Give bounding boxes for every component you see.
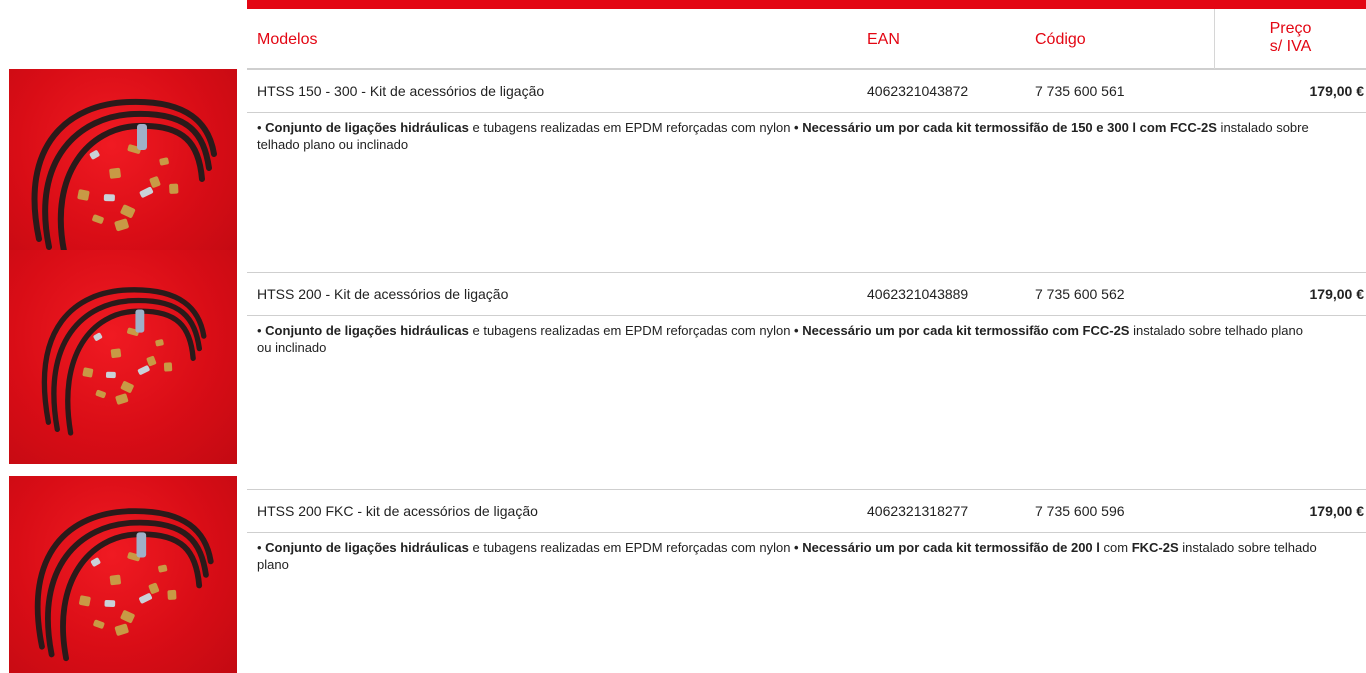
table-row: HTSS 200 FKC - kit de acessórios de liga… — [247, 489, 1366, 533]
connection-kit-illustration — [34, 508, 214, 662]
connection-kit-illustration — [41, 287, 207, 436]
description-text: • — [257, 540, 266, 555]
column-header-price: Preço s/ IVA — [1215, 20, 1366, 56]
product-image — [9, 250, 237, 464]
description-text: com — [1099, 540, 1132, 555]
product-description: • Conjunto de ligações hidráulicas e tub… — [257, 322, 1317, 356]
column-header-models: Modelos — [257, 31, 318, 48]
column-header-ean: EAN — [867, 31, 900, 48]
description-text: Conjunto de ligações hidráulicas — [265, 540, 469, 555]
header-accent-bar — [247, 0, 1366, 9]
product-name: HTSS 150 - 300 - Kit de acessórios de li… — [257, 83, 545, 99]
description-text: FKC-2S — [1131, 540, 1179, 555]
price-header-line2: s/ IVA — [1269, 38, 1312, 55]
description-text: • Necessário um por cada kit termossifão… — [794, 540, 1100, 555]
product-ean: 4062321318277 — [867, 503, 969, 519]
table-header: Modelos EAN Código Preço s/ IVA — [247, 9, 1366, 69]
product-image — [9, 69, 237, 259]
description-text: e tubagens realizadas em EPDM reforçadas… — [468, 120, 795, 135]
product-ean: 4062321043889 — [867, 286, 969, 302]
description-text: • Necessário um por cada kit termossifão… — [794, 120, 1217, 135]
product-description: • Conjunto de ligações hidráulicas e tub… — [257, 539, 1317, 573]
description-text: Conjunto de ligações hidráulicas — [265, 120, 469, 135]
product-name: HTSS 200 FKC - kit de acessórios de liga… — [257, 503, 538, 519]
description-text: • Necessário um por cada kit termossifão… — [794, 323, 1130, 338]
product-code: 7 735 600 562 — [1035, 286, 1125, 302]
product-ean: 4062321043872 — [867, 83, 969, 99]
price-header-line1: Preço — [1269, 20, 1312, 37]
product-price: 179,00 € — [1309, 503, 1365, 519]
product-name: HTSS 200 - Kit de acessórios de ligação — [257, 286, 509, 302]
connection-kit-illustration — [31, 98, 217, 254]
product-code: 7 735 600 561 — [1035, 83, 1125, 99]
product-price: 179,00 € — [1309, 83, 1365, 99]
table-row: HTSS 150 - 300 - Kit de acessórios de li… — [247, 69, 1366, 113]
description-text: Conjunto de ligações hidráulicas — [265, 323, 469, 338]
column-header-code: Código — [1035, 31, 1086, 48]
description-text: • — [257, 323, 266, 338]
description-text: e tubagens realizadas em EPDM reforçadas… — [468, 323, 795, 338]
product-code: 7 735 600 596 — [1035, 503, 1125, 519]
product-image — [9, 476, 237, 673]
product-description: • Conjunto de ligações hidráulicas e tub… — [257, 119, 1317, 153]
description-text: e tubagens realizadas em EPDM reforçadas… — [468, 540, 795, 555]
description-text: • — [257, 120, 266, 135]
product-price: 179,00 € — [1309, 286, 1365, 302]
table-row: HTSS 200 - Kit de acessórios de ligação … — [247, 272, 1366, 316]
